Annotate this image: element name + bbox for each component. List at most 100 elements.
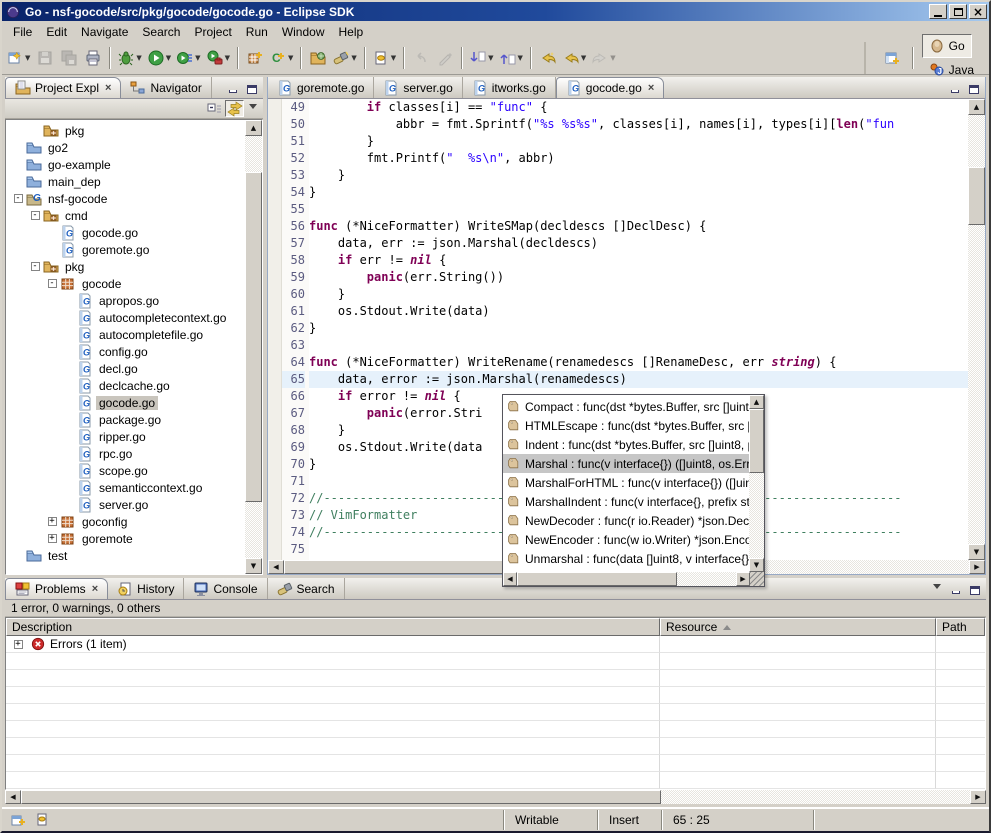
scroll-right-button[interactable]: ▶ xyxy=(736,572,750,586)
tree-item-rpc-go[interactable]: Grpc.go xyxy=(6,445,245,462)
minimize-view-button[interactable] xyxy=(949,583,963,595)
completion-item-htmlescape[interactable]: HTMLEscape : func(dst *bytes.Buffer, src… xyxy=(503,416,749,435)
menu-window[interactable]: Window xyxy=(275,23,332,41)
maximize-view-button[interactable] xyxy=(245,82,259,94)
column-header-resource[interactable]: Resource xyxy=(660,618,936,636)
code-line-54[interactable]: } xyxy=(309,184,968,201)
next-annotation-button[interactable]: ▼ xyxy=(467,46,496,70)
code-line-63[interactable] xyxy=(309,337,968,354)
perspective-go-button[interactable]: Go xyxy=(922,34,972,58)
fast-view-button[interactable] xyxy=(6,809,30,831)
dropdown-arrow-icon[interactable]: ▼ xyxy=(488,54,493,62)
tree-item-go-example[interactable]: go-example xyxy=(6,156,245,173)
menu-navigate[interactable]: Navigate xyxy=(74,23,135,41)
scroll-down-button[interactable]: ▼ xyxy=(968,544,985,560)
tree-item-goremote[interactable]: +goremote xyxy=(6,530,245,547)
collapse-icon[interactable]: - xyxy=(31,211,40,220)
new-go-element-button[interactable]: C▼ xyxy=(267,46,296,70)
completion-item-newdecoder[interactable]: NewDecoder : func(r io.Reader) *json.Dec… xyxy=(503,511,749,530)
expand-icon[interactable]: + xyxy=(48,534,57,543)
column-header-description[interactable]: Description xyxy=(6,618,660,636)
menu-edit[interactable]: Edit xyxy=(39,23,74,41)
tree-item-apropos-go[interactable]: Gapropos.go xyxy=(6,292,245,309)
scroll-down-button[interactable]: ▼ xyxy=(245,558,262,574)
print-button[interactable] xyxy=(81,46,105,70)
scrollbar-thumb[interactable] xyxy=(517,572,677,586)
menu-project[interactable]: Project xyxy=(187,23,238,41)
maximize-view-button[interactable] xyxy=(968,583,982,595)
run-history-button[interactable]: ▼ xyxy=(174,46,203,70)
last-edit-location-button[interactable] xyxy=(536,46,560,70)
view-menu-button[interactable] xyxy=(246,103,260,115)
scroll-up-button[interactable]: ▲ xyxy=(968,99,985,115)
scroll-right-button[interactable]: ▶ xyxy=(970,790,986,804)
table-row[interactable]: + Errors (1 item) xyxy=(6,636,985,653)
completion-item-marshalforhtml[interactable]: MarshalForHTML : func(v interface{}) ([]… xyxy=(503,473,749,492)
view-tab-navigator[interactable]: Navigator xyxy=(121,77,211,98)
minimize-editor-button[interactable] xyxy=(948,82,962,94)
close-tab-icon[interactable]: × xyxy=(105,82,111,94)
link-with-editor-button[interactable] xyxy=(225,100,244,117)
column-header-path[interactable]: Path xyxy=(936,618,985,636)
expand-icon[interactable]: + xyxy=(14,640,23,649)
code-line-49[interactable]: if classes[i] == "func" { xyxy=(309,99,968,116)
popup-vertical-scrollbar[interactable]: ▲ ▼ xyxy=(749,395,764,572)
maximize-button[interactable] xyxy=(949,4,967,19)
editor-vertical-scrollbar[interactable]: ▲ ▼ xyxy=(968,99,985,560)
tree-item-pkg[interactable]: pkg xyxy=(6,122,245,139)
editor-tab-server-go[interactable]: Gserver.go xyxy=(374,77,462,98)
prev-annotation-button[interactable]: ▼ xyxy=(497,46,526,70)
editor-tab-itworks-go[interactable]: Gitworks.go xyxy=(463,77,556,98)
status-marker-button[interactable] xyxy=(30,809,54,831)
completion-item-marshal[interactable]: Marshal : func(v interface{}) ([]uint8, … xyxy=(503,454,749,473)
close-tab-icon[interactable]: × xyxy=(648,82,654,94)
debug-button[interactable]: ▼ xyxy=(115,46,144,70)
view-tab-problems[interactable]: Problems× xyxy=(5,578,108,599)
mark-occurrences-button[interactable]: ▼ xyxy=(370,46,399,70)
completion-item-unmarshal[interactable]: Unmarshal : func(data []uint8, v interfa… xyxy=(503,549,749,568)
scroll-left-button[interactable]: ◀ xyxy=(5,790,21,804)
dropdown-arrow-icon[interactable]: ▼ xyxy=(25,54,30,62)
collapse-icon[interactable]: - xyxy=(14,194,23,203)
dropdown-arrow-icon[interactable]: ▼ xyxy=(610,54,615,62)
code-line-57[interactable]: data, err := json.Marshal(decldescs) xyxy=(309,235,968,252)
code-line-59[interactable]: panic(err.String()) xyxy=(309,269,968,286)
scroll-left-button[interactable]: ◀ xyxy=(503,572,517,586)
tree-item-ripper-go[interactable]: Gripper.go xyxy=(6,428,245,445)
code-line-53[interactable]: } xyxy=(309,167,968,184)
tree-item-declcache-go[interactable]: Gdeclcache.go xyxy=(6,377,245,394)
new-go-package-button[interactable] xyxy=(243,46,267,70)
minimize-button[interactable] xyxy=(929,4,947,19)
search-button[interactable]: ▼ xyxy=(330,46,359,70)
tree-item-gocode-go[interactable]: Ggocode.go xyxy=(6,224,245,241)
view-tab-console[interactable]: Console xyxy=(184,578,267,599)
tree-item-decl-go[interactable]: Gdecl.go xyxy=(6,360,245,377)
code-line-51[interactable]: } xyxy=(309,133,968,150)
tree-item-gocode[interactable]: -gocode xyxy=(6,275,245,292)
dropdown-arrow-icon[interactable]: ▼ xyxy=(195,54,200,62)
tree-item-pkg[interactable]: -pkg xyxy=(6,258,245,275)
tree-item-autocompletecontext-go[interactable]: Gautocompletecontext.go xyxy=(6,309,245,326)
code-line-61[interactable]: os.Stdout.Write(data) xyxy=(309,303,968,320)
tree-item-goremote-go[interactable]: Ggoremote.go xyxy=(6,241,245,258)
tree-item-package-go[interactable]: Gpackage.go xyxy=(6,411,245,428)
dropdown-arrow-icon[interactable]: ▼ xyxy=(136,54,141,62)
expand-icon[interactable]: + xyxy=(48,517,57,526)
tree-item-test[interactable]: test xyxy=(6,547,245,564)
scrollbar-thumb[interactable] xyxy=(749,409,764,473)
tree-item-main-dep[interactable]: main_dep xyxy=(6,173,245,190)
dropdown-arrow-icon[interactable]: ▼ xyxy=(351,54,356,62)
editor-tab-goremote-go[interactable]: Ggoremote.go xyxy=(268,77,374,98)
completion-item-marshalindent[interactable]: MarshalIndent : func(v interface{}, pref… xyxy=(503,492,749,511)
collapse-icon[interactable]: - xyxy=(48,279,57,288)
scroll-down-button[interactable]: ▼ xyxy=(749,558,764,572)
maximize-editor-button[interactable] xyxy=(967,82,981,94)
new-wizard-button[interactable]: ▼ xyxy=(4,46,33,70)
scroll-right-button[interactable]: ▶ xyxy=(969,560,985,574)
dropdown-arrow-icon[interactable]: ▼ xyxy=(391,54,396,62)
completion-item-newencoder[interactable]: NewEncoder : func(w io.Writer) *json.Enc… xyxy=(503,530,749,549)
code-line-56[interactable]: func (*NiceFormatter) WriteSMap(decldesc… xyxy=(309,218,968,235)
view-tab-project-expl[interactable]: Project Expl× xyxy=(5,77,121,98)
scroll-up-button[interactable]: ▲ xyxy=(749,395,764,409)
code-line-65[interactable]: data, error := json.Marshal(renamedescs) xyxy=(309,371,968,388)
